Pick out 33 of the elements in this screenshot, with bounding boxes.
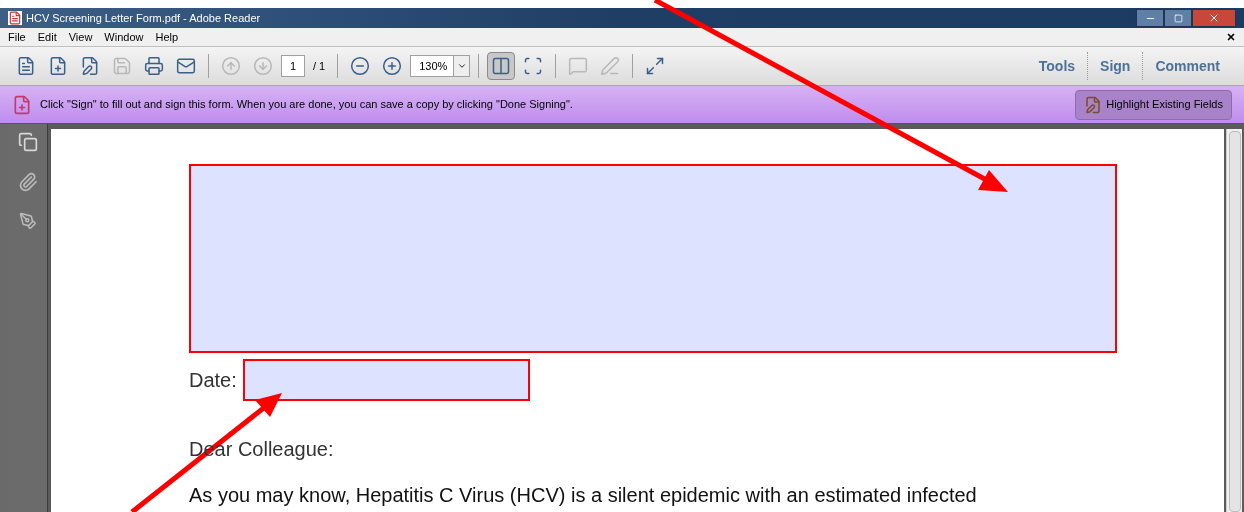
- menu-item[interactable]: Edit: [37, 28, 57, 46]
- date-field[interactable]: [242, 359, 530, 401]
- letter-paragraph: As you may know, Hepatitis C Virus (HCV) is a silent epidemic with an estimated infected: [189, 484, 977, 506]
- form-fields-icon: [1084, 95, 1103, 114]
- highlight-fields-button[interactable]: Highlight Existing Fields: [1075, 89, 1232, 120]
- message-text: Click "Sign" to fill out and sign this form. When you are done, you can save a copy by clicking "Done Signing".: [40, 97, 573, 113]
- page-total: / 1: [313, 58, 326, 74]
- close-button[interactable]: [1192, 9, 1236, 27]
- scrollbar[interactable]: [1226, 129, 1242, 512]
- menu-item[interactable]: Help: [155, 28, 179, 46]
- date-label: Date:: [189, 368, 237, 393]
- minimize-button[interactable]: [1136, 9, 1164, 27]
- dropdown-caret-icon: [456, 61, 467, 71]
- window-title: HCV Screening Letter Form.pdf - Adobe Reader: [26, 10, 261, 26]
- menu-item[interactable]: View: [68, 28, 93, 46]
- close-icon: [1208, 12, 1220, 24]
- restore-button[interactable]: [1164, 9, 1192, 27]
- pane-tab[interactable]: Sign: [1088, 55, 1143, 77]
- signature-icon[interactable]: [18, 212, 37, 230]
- fit-width-icon[interactable]: [487, 52, 516, 80]
- zoom-field[interactable]: 130%: [410, 55, 471, 77]
- close-document-icon[interactable]: [1226, 32, 1236, 42]
- form-icon: [12, 94, 32, 115]
- page-number-field[interactable]: 1: [281, 55, 305, 77]
- pane-tab[interactable]: Comment: [1143, 55, 1232, 77]
- restore-icon: [1173, 13, 1183, 23]
- address-field[interactable]: [189, 164, 1117, 353]
- menu-item[interactable]: Window: [104, 28, 144, 46]
- attachment-icon[interactable]: [17, 172, 38, 192]
- pane-tab[interactable]: Tools: [1026, 55, 1088, 77]
- pages-icon[interactable]: [17, 132, 38, 152]
- app-icon: [8, 11, 22, 25]
- menu-item[interactable]: File: [8, 28, 26, 46]
